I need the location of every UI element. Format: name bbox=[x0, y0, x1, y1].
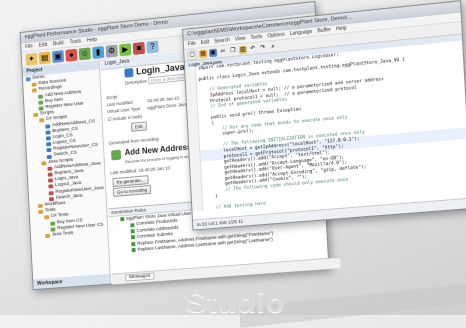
rule-icon bbox=[131, 241, 136, 247]
tree-node-icon bbox=[45, 130, 51, 135]
ide-menu-item[interactable]: View bbox=[235, 36, 246, 43]
menu-build[interactable]: Build bbox=[53, 40, 64, 47]
menu-tools[interactable]: Tools bbox=[70, 38, 81, 45]
edit-button[interactable]: Edit bbox=[130, 121, 147, 132]
tree-node-icon bbox=[37, 203, 43, 209]
tree-node-icon bbox=[45, 233, 51, 239]
menu-file[interactable]: File bbox=[25, 43, 33, 50]
tree-node-icon bbox=[31, 82, 37, 88]
settings-icon[interactable]: ⚙ bbox=[105, 44, 118, 58]
new-file-icon[interactable]: ▢ bbox=[187, 49, 198, 61]
ide-menu-item[interactable]: Buffer bbox=[317, 27, 331, 34]
generated-from-label: Generated from recording bbox=[108, 136, 159, 146]
tree-node-icon bbox=[39, 118, 45, 123]
description-row: Description Enter a description bbox=[125, 73, 192, 86]
tree-node-icon bbox=[47, 166, 53, 171]
recording-modified: Last modified: 16:40:28 Jan 10 bbox=[110, 165, 171, 176]
ide-menu-item[interactable]: Options bbox=[267, 32, 285, 40]
tree-node-icon bbox=[44, 215, 50, 220]
screenshot-composite: eggPlant Performance Studio - eggPlant S… bbox=[19, 0, 466, 291]
tree-node-icon bbox=[50, 227, 56, 232]
tree-node-icon bbox=[38, 100, 44, 105]
tree-node-icon bbox=[50, 221, 56, 226]
tree-node-icon bbox=[46, 148, 52, 153]
ide-menu-item[interactable]: Edit bbox=[201, 39, 210, 46]
redo-icon[interactable]: ↷ bbox=[258, 43, 268, 52]
messages-tab[interactable]: Messages bbox=[125, 272, 155, 282]
tree-item-label: Java Tests bbox=[51, 230, 74, 238]
tree-node-icon bbox=[45, 124, 51, 129]
copy-icon[interactable]: ❐ bbox=[228, 46, 238, 55]
undo-icon[interactable]: ↶ bbox=[248, 44, 258, 53]
tree-node-icon bbox=[48, 196, 54, 202]
field-label: Script bbox=[106, 94, 118, 101]
project-sidebar: Project Demo Data Sources Recordings Add Ne… bbox=[22, 60, 112, 290]
ide-menu-item[interactable]: File bbox=[188, 41, 196, 48]
chart-icon[interactable]: ▮ bbox=[92, 46, 105, 60]
tree-node-icon bbox=[46, 142, 52, 147]
description-label: Description bbox=[124, 78, 148, 86]
menu-edit[interactable]: Edit bbox=[39, 42, 47, 49]
tree-node-icon bbox=[41, 160, 47, 166]
open-folder-icon[interactable]: ▤ bbox=[38, 51, 51, 65]
tree-node-icon bbox=[38, 94, 43, 99]
checkbox-icon[interactable]: ☑ bbox=[107, 117, 111, 122]
help-icon[interactable]: ? bbox=[146, 40, 159, 54]
rule-icon bbox=[130, 222, 135, 228]
field-script: Script bbox=[106, 94, 117, 100]
save-icon[interactable]: ▣ bbox=[52, 50, 65, 64]
tree-node-icon bbox=[46, 154, 52, 159]
recording-icon bbox=[111, 149, 122, 161]
ide-menu-item[interactable]: Search bbox=[214, 37, 230, 45]
tree-node-icon bbox=[38, 209, 44, 215]
ide-menu-item[interactable]: Help bbox=[336, 25, 347, 32]
code-area[interactable]: import com.testplant.testing.eggPlantSto… bbox=[185, 40, 466, 212]
open-icon[interactable]: ▤ bbox=[198, 49, 208, 58]
ide-window: C:\eggplant\EMS\Workspace\eCommerce\eggP… bbox=[182, 0, 466, 231]
find-icon[interactable]: ⌕ bbox=[268, 42, 278, 51]
java-script-icon bbox=[124, 67, 134, 78]
tree-node-icon bbox=[47, 172, 53, 177]
paste-icon[interactable]: ▥ bbox=[238, 45, 248, 54]
include-in-build-label: Include in build bbox=[112, 113, 142, 122]
new-icon[interactable]: ✦ bbox=[25, 52, 38, 66]
tree-node-icon bbox=[25, 77, 31, 82]
menu-help[interactable]: Help bbox=[87, 37, 97, 44]
studio-statusbar: Messages bbox=[111, 256, 341, 285]
workspace-footer[interactable]: Workspace bbox=[33, 273, 111, 290]
goto-recording-button[interactable]: Go to recording bbox=[112, 184, 152, 197]
field-label: Virtual User Type bbox=[106, 106, 141, 115]
stop-icon[interactable]: ■ bbox=[132, 41, 145, 55]
rule-icon bbox=[130, 235, 136, 240]
tree-node-icon bbox=[48, 178, 53, 183]
ide-menu-item[interactable]: Tools bbox=[250, 34, 262, 41]
users-icon[interactable]: ☺ bbox=[78, 47, 91, 61]
play-icon[interactable]: ▶ bbox=[119, 43, 132, 57]
save-icon[interactable]: ▣ bbox=[208, 48, 218, 57]
code-lines: import com.testplant.testing.eggPlantSto… bbox=[185, 41, 466, 212]
rule-icon bbox=[131, 248, 136, 253]
tree-node-icon bbox=[38, 106, 44, 111]
tree-node-icon bbox=[48, 184, 54, 190]
rule-icon bbox=[130, 229, 135, 234]
tree-node-icon bbox=[32, 88, 37, 94]
ide-menu-item[interactable]: Language bbox=[290, 29, 313, 37]
tree-node-icon bbox=[45, 136, 51, 141]
record-icon[interactable]: ● bbox=[65, 48, 78, 62]
project-tree: Demo Data Sources Recordings Add New Addres… bbox=[23, 69, 108, 240]
tree-node-icon bbox=[33, 112, 39, 118]
rule-icon bbox=[120, 217, 125, 222]
cut-icon[interactable]: ✂ bbox=[218, 47, 228, 56]
tree-node-icon bbox=[48, 190, 54, 196]
